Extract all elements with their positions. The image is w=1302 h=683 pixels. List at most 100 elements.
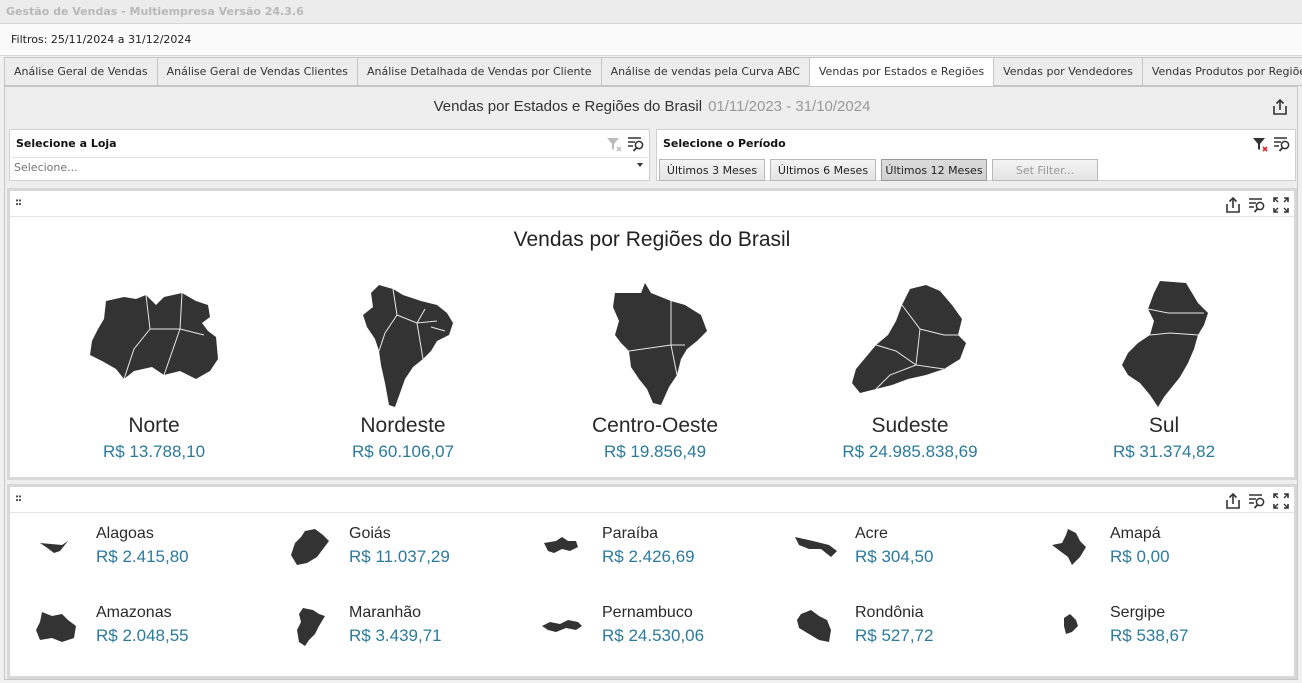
state-rondonia[interactable]: Rondônia R$ 527,72 xyxy=(791,604,1041,654)
state-goias[interactable]: Goiás R$ 11.037,29 xyxy=(285,525,535,575)
state-amazonas[interactable]: Amazonas R$ 2.048,55 xyxy=(32,604,282,654)
state-value: R$ 2.415,80 xyxy=(96,547,189,566)
region-name: Centro-Oeste xyxy=(591,414,719,437)
state-value: R$ 538,67 xyxy=(1110,626,1189,645)
maximize-icon[interactable] xyxy=(1272,196,1290,214)
state-alagoas[interactable]: Alagoas R$ 2.415,80 xyxy=(32,525,282,575)
tab-vendedores[interactable]: Vendas por Vendedores xyxy=(993,57,1142,86)
region-name: Nordeste xyxy=(360,414,446,437)
region-sul[interactable]: Sul R$ 31.374,82 xyxy=(1074,279,1254,469)
maximize-icon[interactable] xyxy=(1272,492,1290,510)
filter-search-icon[interactable] xyxy=(1273,135,1291,153)
panel-divider xyxy=(10,216,1294,217)
centro-oeste-map-icon xyxy=(613,283,707,405)
filter-search-icon[interactable] xyxy=(1248,196,1266,214)
last-3-months-button[interactable]: Últimos 3 Meses xyxy=(659,159,765,181)
dashboard-period: 01/11/2023 - 31/10/2024 xyxy=(708,98,871,115)
period-filter-icons xyxy=(1251,135,1291,153)
sergipe-map-icon xyxy=(1064,614,1078,634)
dashboard-export-button[interactable] xyxy=(1271,98,1289,116)
last-6-months-button[interactable]: Últimos 6 Meses xyxy=(770,159,876,181)
goias-map-icon xyxy=(291,529,329,565)
regions-panel-icons xyxy=(1224,196,1290,214)
state-name: Rondônia xyxy=(855,604,924,621)
region-value: R$ 31.374,82 xyxy=(1112,442,1216,461)
filter-search-icon[interactable] xyxy=(627,135,645,153)
state-name: Maranhão xyxy=(349,604,422,621)
maranhao-map-icon xyxy=(297,608,325,646)
tab-analise-detalhada-cliente[interactable]: Análise Detalhada de Vendas por Cliente xyxy=(356,57,601,86)
region-name: Sudeste xyxy=(871,414,949,437)
drag-handle-icon[interactable]: :: xyxy=(15,198,22,208)
state-value: R$ 2.426,69 xyxy=(602,547,695,566)
state-name: Acre xyxy=(855,525,888,542)
state-value: R$ 527,72 xyxy=(855,626,934,645)
export-icon xyxy=(1273,98,1287,115)
filter-text: Filtros: 25/11/2024 a 31/12/2024 xyxy=(11,33,192,46)
regions-panel: :: Vendas por Regiões do Brasil Norte R$… xyxy=(7,188,1297,480)
alagoas-map-icon xyxy=(40,541,68,553)
state-sergipe[interactable]: Sergipe R$ 538,67 xyxy=(1046,604,1296,654)
state-paraiba[interactable]: Paraíba R$ 2.426,69 xyxy=(538,525,788,575)
state-value: R$ 0,00 xyxy=(1110,547,1170,566)
clear-filter-icon[interactable] xyxy=(605,135,623,153)
region-name: Sul xyxy=(1148,414,1180,437)
sul-map-icon xyxy=(1122,281,1208,407)
window-title: Gestão de Vendas - Multiempresa Versão 2… xyxy=(6,5,304,18)
state-value: R$ 11.037,29 xyxy=(349,547,450,566)
region-name: Norte xyxy=(128,414,180,437)
region-value: R$ 13.788,10 xyxy=(102,442,206,461)
state-name: Pernambuco xyxy=(602,604,693,621)
state-pernambuco[interactable]: Pernambuco R$ 24.530,06 xyxy=(538,604,788,654)
acre-map-icon xyxy=(795,537,837,557)
export-icon[interactable] xyxy=(1224,196,1242,214)
state-value: R$ 304,50 xyxy=(855,547,934,566)
dashboard-area: Vendas por Estados e Regiões do Brasil 01… xyxy=(4,86,1298,680)
sudeste-map-icon xyxy=(852,285,966,393)
last-12-months-button[interactable]: Últimos 12 Meses xyxy=(881,159,987,181)
filter-search-icon[interactable] xyxy=(1248,492,1266,510)
state-name: Sergipe xyxy=(1110,604,1166,621)
region-norte[interactable]: Norte R$ 13.788,10 xyxy=(64,279,244,469)
store-filter-title: Selecione a Loja xyxy=(16,137,117,150)
amazonas-map-icon xyxy=(36,612,76,642)
amapa-map-icon xyxy=(1052,529,1086,565)
period-filter-panel: Selecione o Período Últimos 3 Meses Últi… xyxy=(656,129,1296,181)
app-window: Gestão de Vendas - Multiempresa Versão 2… xyxy=(0,0,1302,683)
store-select[interactable] xyxy=(12,157,647,177)
pernambuco-map-icon xyxy=(542,620,582,632)
state-name: Alagoas xyxy=(96,525,154,542)
nordeste-map-icon xyxy=(363,285,453,407)
title-bar: Gestão de Vendas - Multiempresa Versão 2… xyxy=(0,0,1302,24)
period-filter-title: Selecione o Período xyxy=(663,137,786,150)
region-value: R$ 19.856,49 xyxy=(603,442,707,461)
tab-analise-geral-clientes[interactable]: Análise Geral de Vendas Clientes xyxy=(156,57,357,86)
states-panel-icons xyxy=(1224,492,1290,510)
period-buttons: Últimos 3 Meses Últimos 6 Meses Últimos … xyxy=(659,159,1098,181)
state-acre[interactable]: Acre R$ 304,50 xyxy=(791,525,1041,575)
store-select-input[interactable] xyxy=(12,158,616,176)
chevron-down-icon[interactable] xyxy=(637,163,643,167)
tab-analise-geral-vendas[interactable]: Análise Geral de Vendas xyxy=(4,57,157,86)
tab-estados-regioes[interactable]: Vendas por Estados e Regiões xyxy=(808,57,994,86)
norte-map-icon xyxy=(90,292,218,380)
filter-bar: Filtros: 25/11/2024 a 31/12/2024 xyxy=(0,24,1302,56)
region-sudeste[interactable]: Sudeste R$ 24.985.838,69 xyxy=(820,279,1000,469)
region-nordeste[interactable]: Nordeste R$ 60.106,07 xyxy=(313,279,493,469)
state-name: Paraíba xyxy=(602,525,659,542)
rondonia-map-icon xyxy=(797,610,831,642)
region-centro-oeste[interactable]: Centro-Oeste R$ 19.856,49 xyxy=(565,279,745,469)
state-value: R$ 24.530,06 xyxy=(602,626,705,645)
dashboard-title: Vendas por Estados e Regiões do Brasil xyxy=(433,98,703,115)
state-name: Amazonas xyxy=(96,604,172,621)
tab-strip: Análise Geral de Vendas Análise Geral de… xyxy=(4,57,1302,86)
clear-filter-icon[interactable] xyxy=(1251,135,1269,153)
drag-handle-icon[interactable]: :: xyxy=(15,494,22,504)
state-amapa[interactable]: Amapá R$ 0,00 xyxy=(1046,525,1296,575)
tab-curva-abc[interactable]: Análise de vendas pela Curva ABC xyxy=(600,57,809,86)
export-icon[interactable] xyxy=(1224,492,1242,510)
state-maranhao[interactable]: Maranhão R$ 3.439,71 xyxy=(285,604,535,654)
set-filter-button[interactable]: Set Filter... xyxy=(992,159,1098,181)
paraiba-map-icon xyxy=(544,537,578,553)
tab-produtos-regioes[interactable]: Vendas Produtos por Regiões xyxy=(1141,57,1302,86)
